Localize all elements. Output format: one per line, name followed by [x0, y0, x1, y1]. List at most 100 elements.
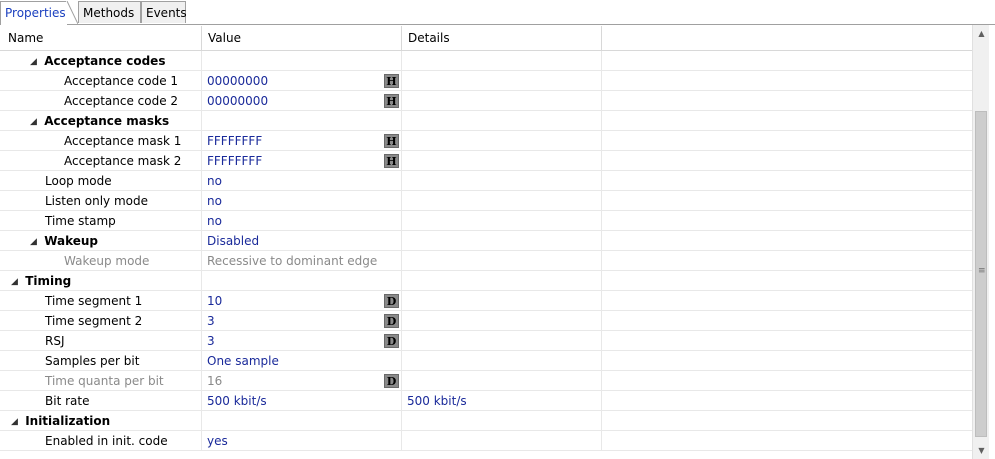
property-value-cell[interactable]: 3: [202, 311, 402, 330]
column-header-filler: [602, 26, 972, 50]
property-name-cell[interactable]: Acceptance mask 1: [0, 131, 202, 150]
row-filler: [602, 111, 972, 130]
property-row[interactable]: RSJ 3 D: [0, 331, 972, 351]
property-row[interactable]: Wakeup mode Recessive to dominant edge: [0, 251, 972, 271]
property-value-cell[interactable]: 10: [202, 291, 402, 310]
property-row[interactable]: ◢ Timing: [0, 271, 972, 291]
property-row[interactable]: ◢ Initialization: [0, 411, 972, 431]
property-row[interactable]: ◢ Wakeup Disabled: [0, 231, 972, 251]
property-name-cell[interactable]: ◢ Initialization: [0, 411, 202, 430]
property-value: 00000000: [207, 74, 269, 88]
property-name-cell[interactable]: RSJ: [0, 331, 202, 350]
hex-badge-button[interactable]: H: [384, 94, 399, 108]
property-name: Acceptance code 2: [64, 94, 179, 108]
property-row[interactable]: Time stamp no: [0, 211, 972, 231]
vertical-scrollbar[interactable]: ▲ ≡ ▼: [972, 25, 990, 459]
property-value-cell[interactable]: 3: [202, 331, 402, 350]
property-value-cell[interactable]: FFFFFFFF: [202, 151, 402, 170]
column-header-value[interactable]: Value: [202, 26, 402, 50]
property-value-cell[interactable]: no: [202, 211, 402, 230]
column-header-details[interactable]: Details: [402, 26, 602, 50]
property-value-cell[interactable]: [202, 271, 402, 290]
property-row[interactable]: Samples per bit One sample: [0, 351, 972, 371]
property-row[interactable]: Time quanta per bit 16 D: [0, 371, 972, 391]
scroll-down-arrow-icon[interactable]: ▼: [973, 442, 990, 459]
property-row[interactable]: ◢ Acceptance masks: [0, 111, 972, 131]
collapse-triangle-icon[interactable]: ◢: [11, 277, 21, 287]
column-header-name[interactable]: Name: [0, 26, 202, 50]
property-name-cell[interactable]: ◢ Acceptance masks: [0, 111, 202, 130]
property-name: Time stamp: [45, 214, 116, 228]
collapse-triangle-icon[interactable]: ◢: [11, 417, 21, 427]
row-filler: [602, 71, 972, 90]
property-name-cell[interactable]: Acceptance code 1: [0, 71, 202, 90]
hex-badge-button[interactable]: H: [384, 134, 399, 148]
property-value-cell[interactable]: 00000000: [202, 71, 402, 90]
property-row[interactable]: Acceptance mask 1 FFFFFFFF H: [0, 131, 972, 151]
property-name-cell[interactable]: ◢ Wakeup: [0, 231, 202, 250]
property-name-cell[interactable]: Acceptance code 2: [0, 91, 202, 110]
property-value-cell[interactable]: [202, 111, 402, 130]
tab-properties[interactable]: Properties: [0, 1, 67, 25]
property-row[interactable]: ◢ Acceptance codes: [0, 51, 972, 71]
property-name-cell[interactable]: Bit rate: [0, 391, 202, 410]
property-value-cell[interactable]: One sample: [202, 351, 402, 370]
property-name-cell[interactable]: Samples per bit: [0, 351, 202, 370]
row-filler: [602, 351, 972, 370]
property-row[interactable]: Acceptance code 1 00000000 H: [0, 71, 972, 91]
property-row[interactable]: Acceptance mask 2 FFFFFFFF H: [0, 151, 972, 171]
property-row[interactable]: Time segment 2 3 D: [0, 311, 972, 331]
property-name-cell[interactable]: Acceptance mask 2: [0, 151, 202, 170]
scroll-thumb[interactable]: ≡: [975, 111, 987, 437]
tab-events[interactable]: Events: [141, 1, 187, 23]
property-details-cell: [402, 151, 602, 170]
property-details-cell: [402, 291, 602, 310]
property-details-cell: [402, 311, 602, 330]
property-name: Samples per bit: [45, 354, 140, 368]
property-row[interactable]: Time segment 1 10 D: [0, 291, 972, 311]
property-value-cell[interactable]: 00000000: [202, 91, 402, 110]
property-name-cell[interactable]: Enabled in init. code: [0, 431, 202, 450]
property-name-cell[interactable]: ◢ Acceptance codes: [0, 51, 202, 70]
property-name: Wakeup: [44, 234, 99, 248]
property-value-cell[interactable]: yes: [202, 431, 402, 450]
property-value-cell[interactable]: 500 kbit/s: [202, 391, 402, 410]
property-value: 3: [207, 314, 215, 328]
property-value: no: [207, 174, 222, 188]
property-details-cell: [402, 191, 602, 210]
decimal-badge-button[interactable]: D: [384, 314, 399, 328]
property-row[interactable]: Loop mode no: [0, 171, 972, 191]
property-name-cell[interactable]: Time segment 1: [0, 291, 202, 310]
property-value-cell[interactable]: Disabled: [202, 231, 402, 250]
property-name: Wakeup mode: [64, 254, 150, 268]
property-name-cell[interactable]: Wakeup mode: [0, 251, 202, 270]
property-row[interactable]: Bit rate 500 kbit/s 500 kbit/s: [0, 391, 972, 411]
row-filler: [602, 311, 972, 330]
property-value-cell[interactable]: 16: [202, 371, 402, 390]
collapse-triangle-icon[interactable]: ◢: [30, 57, 40, 67]
hex-badge-button[interactable]: H: [384, 74, 399, 88]
collapse-triangle-icon[interactable]: ◢: [30, 237, 40, 247]
property-name-cell[interactable]: Time stamp: [0, 211, 202, 230]
property-row[interactable]: Acceptance code 2 00000000 H: [0, 91, 972, 111]
property-value-cell[interactable]: no: [202, 191, 402, 210]
property-value-cell[interactable]: Recessive to dominant edge: [202, 251, 402, 270]
property-name-cell[interactable]: Loop mode: [0, 171, 202, 190]
property-row[interactable]: Listen only mode no: [0, 191, 972, 211]
property-value-cell[interactable]: FFFFFFFF: [202, 131, 402, 150]
property-value-cell[interactable]: [202, 411, 402, 430]
property-row[interactable]: Enabled in init. code yes: [0, 431, 972, 451]
property-value-cell[interactable]: no: [202, 171, 402, 190]
decimal-badge-button[interactable]: D: [384, 294, 399, 308]
decimal-badge-button[interactable]: D: [384, 334, 399, 348]
scroll-up-arrow-icon[interactable]: ▲: [973, 25, 990, 42]
decimal-badge-button[interactable]: D: [384, 374, 399, 388]
property-name-cell[interactable]: ◢ Timing: [0, 271, 202, 290]
tab-methods[interactable]: Methods: [78, 1, 141, 23]
collapse-triangle-icon[interactable]: ◢: [30, 117, 40, 127]
property-name-cell[interactable]: Listen only mode: [0, 191, 202, 210]
property-value-cell[interactable]: [202, 51, 402, 70]
property-name-cell[interactable]: Time quanta per bit: [0, 371, 202, 390]
property-name-cell[interactable]: Time segment 2: [0, 311, 202, 330]
hex-badge-button[interactable]: H: [384, 154, 399, 168]
